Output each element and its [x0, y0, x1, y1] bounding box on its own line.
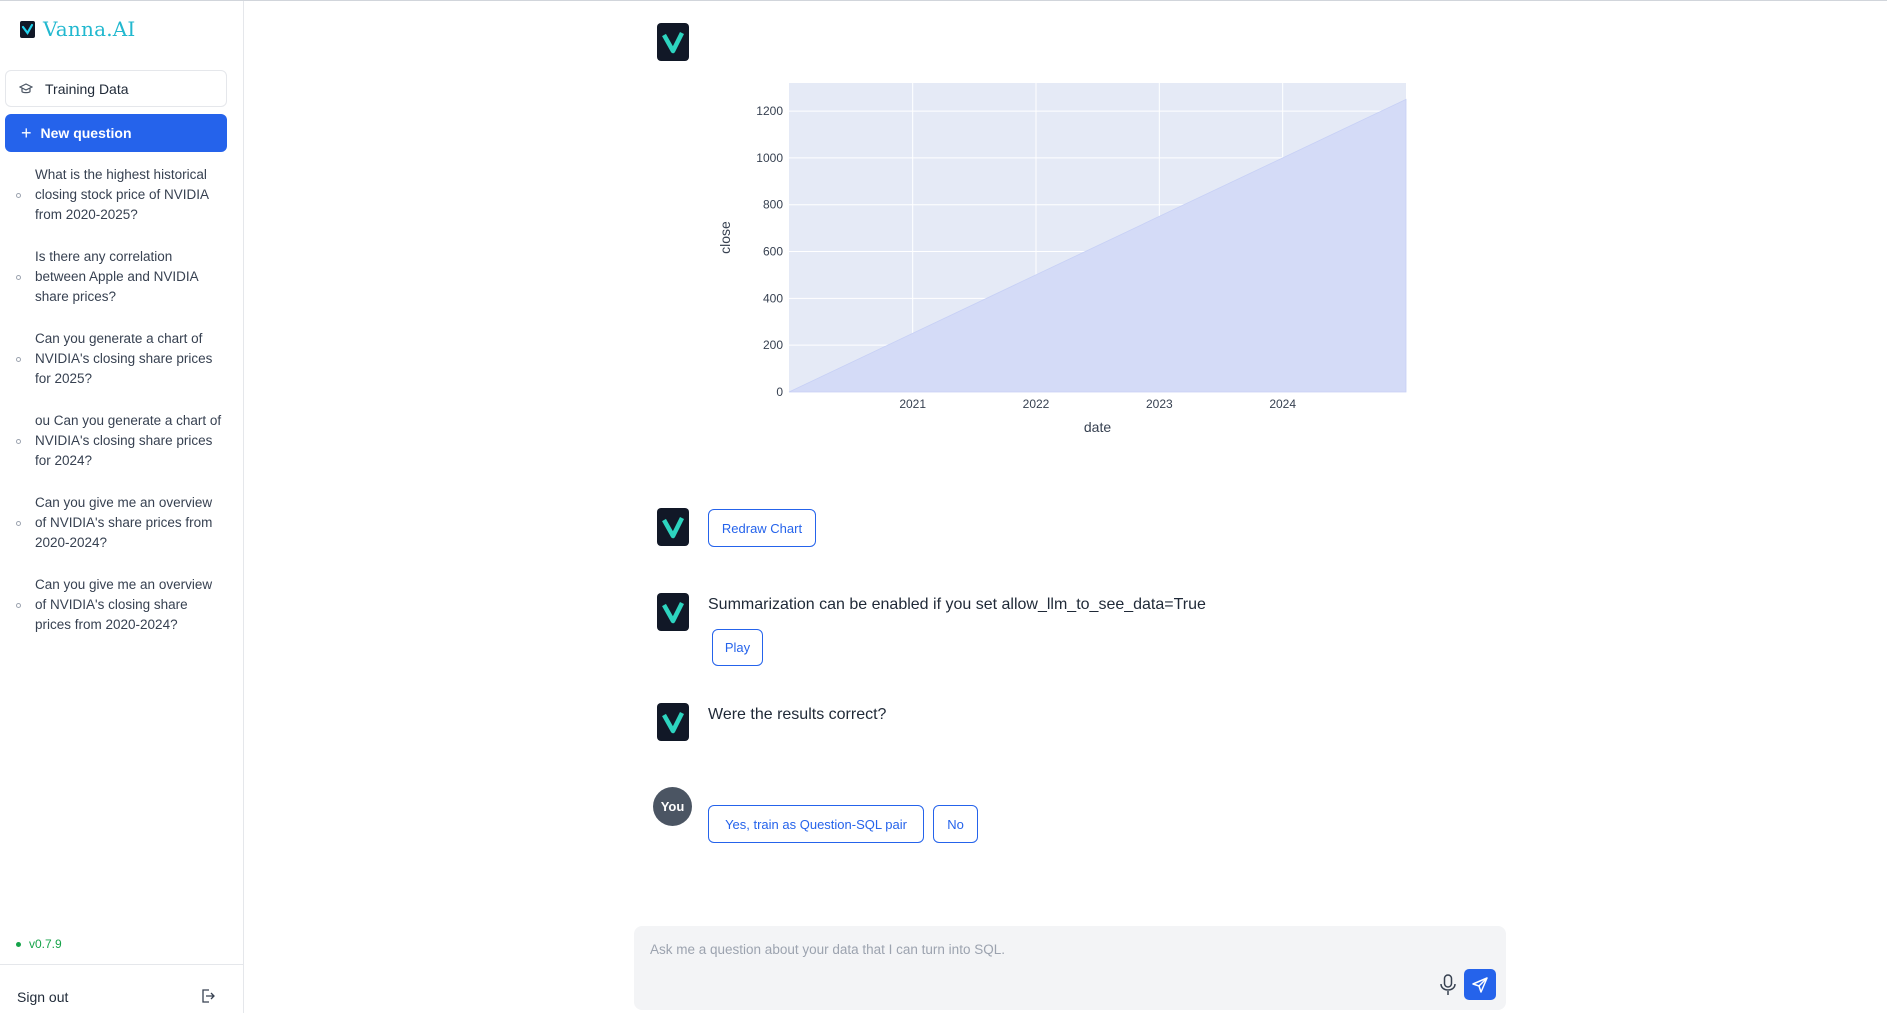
- version-indicator: v0.7.9: [16, 937, 62, 951]
- sign-out-link[interactable]: Sign out: [17, 989, 68, 1005]
- question-history-item[interactable]: Is there any correlation between Apple a…: [0, 247, 244, 329]
- x-tick-label: 2023: [1146, 397, 1173, 411]
- question-history-item[interactable]: Can you generate a chart of NVIDIA's clo…: [0, 329, 244, 411]
- y-axis-label: close: [717, 221, 733, 254]
- bot-avatar-icon: [657, 703, 689, 741]
- yes-train-button[interactable]: Yes, train as Question-SQL pair: [708, 805, 924, 843]
- sidebar-footer: Sign out: [0, 964, 244, 1013]
- question-history-text: ou Can you generate a chart of NVIDIA's …: [35, 413, 222, 468]
- play-button[interactable]: Play: [712, 629, 763, 666]
- send-button[interactable]: [1464, 969, 1496, 1000]
- feedback-question: Were the results correct?: [708, 706, 887, 723]
- status-dot-icon: [16, 941, 21, 947]
- bullet-icon: [16, 521, 21, 526]
- version-label: v0.7.9: [29, 937, 62, 951]
- x-tick-label: 2021: [899, 397, 926, 411]
- y-tick-label: 1000: [756, 151, 783, 165]
- summary-message: Summarization can be enabled if you set …: [708, 596, 1206, 613]
- logo[interactable]: Vanna.AI: [20, 17, 136, 41]
- x-tick-label: 2024: [1269, 397, 1296, 411]
- bullet-icon: [16, 275, 21, 280]
- question-history-text: Can you give me an overview of NVIDIA's …: [35, 577, 213, 632]
- question-history-item[interactable]: Can you give me an overview of NVIDIA's …: [0, 575, 244, 657]
- bot-avatar-icon: [657, 508, 689, 546]
- question-history-item[interactable]: Can you give me an overview of NVIDIA's …: [0, 493, 244, 575]
- user-avatar: You: [653, 787, 692, 826]
- vanna-logo-icon: [20, 20, 35, 38]
- question-history-text: What is the highest historical closing s…: [35, 167, 209, 222]
- bot-avatar-icon: [657, 23, 689, 61]
- y-tick-label: 200: [763, 338, 783, 352]
- app-title: Vanna.AI: [43, 17, 136, 41]
- question-input[interactable]: [648, 940, 1432, 984]
- y-tick-label: 600: [763, 245, 783, 259]
- question-history-text: Can you generate a chart of NVIDIA's clo…: [35, 331, 213, 386]
- question-input-box: [634, 926, 1506, 1010]
- y-tick-label: 0: [776, 385, 783, 399]
- question-history-list: What is the highest historical closing s…: [0, 165, 244, 657]
- new-question-label: New question: [40, 125, 132, 141]
- send-icon: [1472, 976, 1488, 993]
- training-data-button[interactable]: Training Data: [5, 70, 227, 107]
- new-question-button[interactable]: + New question: [5, 114, 227, 152]
- question-history-item[interactable]: ou Can you generate a chart of NVIDIA's …: [0, 411, 244, 493]
- x-tick-label: 2022: [1023, 397, 1050, 411]
- close-price-chart[interactable]: 0 200 400 600 800 1000 1200 2021 2022 2023 2024 dat…: [700, 71, 1420, 451]
- no-button[interactable]: No: [933, 805, 978, 843]
- microphone-icon[interactable]: [1438, 973, 1458, 997]
- bot-avatar-icon: [657, 593, 689, 631]
- bullet-icon: [16, 603, 21, 608]
- y-tick-label: 800: [763, 198, 783, 212]
- y-tick-label: 400: [763, 291, 783, 305]
- bullet-icon: [16, 439, 21, 444]
- bullet-icon: [16, 193, 21, 198]
- training-data-icon: [19, 82, 33, 93]
- plus-icon: +: [21, 123, 32, 143]
- question-history-text: Is there any correlation between Apple a…: [35, 249, 198, 304]
- bullet-icon: [16, 357, 21, 362]
- sign-out-icon[interactable]: [200, 988, 216, 1004]
- training-data-label: Training Data: [45, 80, 129, 97]
- y-tick-label: 1200: [756, 104, 783, 118]
- redraw-chart-button[interactable]: Redraw Chart: [708, 509, 816, 547]
- sidebar: Vanna.AI Training Data + New question Wh…: [0, 1, 244, 1013]
- question-history-text: Can you give me an overview of NVIDIA's …: [35, 495, 213, 550]
- x-axis-label: date: [1084, 419, 1111, 435]
- question-history-item[interactable]: What is the highest historical closing s…: [0, 165, 244, 247]
